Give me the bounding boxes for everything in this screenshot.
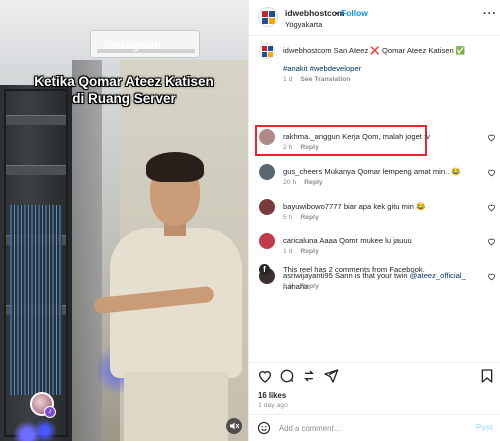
reply-link[interactable]: Reply [300,283,319,290]
share-paper-plane-icon[interactable] [323,368,339,384]
comment-username[interactable]: bayuwibowo7777 [283,202,342,211]
comment-avatar[interactable] [259,233,275,249]
follow-button[interactable]: Follow [341,8,368,18]
caption-time: 1 d [283,76,293,83]
save-bookmark-icon[interactable] [479,368,495,384]
comment-text: gus_cheers Mukanya Qomar lempeng amat mi… [283,166,473,177]
comment-time: 5 h [283,214,293,221]
profile-avatar[interactable] [258,7,278,27]
comment-meta: 5 h Reply [283,214,319,221]
facebook-comments-note: f This reel has 2 comments from Facebook… [259,263,495,277]
post-header: idwebhostcom • Follow Yogyakarta ··· [249,0,500,36]
comment-meta: 1 d Reply [283,248,319,255]
emoji-smiley-icon[interactable] [257,421,271,435]
logo-square [262,46,267,51]
rack-shelf [6,115,66,125]
video-watermark: Instagram [104,38,162,52]
facebook-note-text: This reel has 2 comments from Facebook. [283,265,425,274]
comment-bubble-icon[interactable] [279,368,295,384]
logo-square [262,11,268,17]
caption-avatar[interactable] [259,43,275,59]
comment-body: biar apa kek gitu min 😂 [343,202,426,211]
header-location[interactable]: Yogyakarta [285,20,322,29]
rack-shelf [6,165,66,175]
logo-square [268,46,273,51]
comment-avatar[interactable] [259,129,275,145]
speaker-muted-icon [230,422,240,430]
post-time: 1 day ago [258,402,288,409]
comment-body: Mukanya Qomar lempeng amat min.. 😂 [324,167,461,176]
comment-avatar[interactable] [259,199,275,215]
like-heart-icon[interactable] [257,368,273,384]
video-server-rack [0,85,72,441]
comment-time: 20 h [283,179,297,186]
video-caption-line-2: di Ruang Server [72,91,176,106]
comment-username[interactable]: caricaluna [283,236,318,245]
reply-link[interactable]: Reply [300,144,319,151]
caption-text: idwebhostcom San Ateez ❌ Qomar Ateez Kat… [283,45,473,56]
video-caption-line-1: Ketika Qomar Ateez Katisen [34,74,214,89]
person-hair [146,152,204,182]
add-comment-bar: Post [249,414,500,441]
caption-username[interactable]: idwebhostcom [283,46,332,55]
likes-count[interactable]: 16 likes [258,391,286,400]
comments-list[interactable]: idwebhostcom San Ateez ❌ Qomar Ateez Kat… [249,37,500,355]
caption-hashtags-row: #anakit #webdeveloper [283,63,473,74]
repost-icon[interactable] [301,368,317,384]
logo-square [269,18,275,24]
caption-body: San Ateez ❌ Qomar Ateez Katisen ✅ [333,46,466,55]
comment-meta: 6 h Reply [283,283,319,290]
comment-text: rakhma._anggun Kerja Qom, malah joget :v [283,131,473,142]
comment-time: 2 h [283,144,293,151]
logo-square [262,18,268,24]
comment-text: caricaluna Aaaa Qomr mukee lu jauuu [283,235,473,246]
comment-meta: 20 h Reply [283,179,323,186]
add-comment-input[interactable] [279,421,459,435]
comment-body: Kerja Qom, malah joget :v [342,132,430,141]
mute-button[interactable] [226,418,242,434]
rack-leds [14,415,58,441]
comment-time: 6 h [283,283,293,290]
logo-square [268,52,273,57]
header-dot: • [335,8,338,18]
like-comment-heart-icon[interactable] [487,168,496,177]
caption-meta: 1 d See Translation [283,76,351,83]
see-translation-link[interactable]: See Translation [300,76,350,83]
comment-username[interactable]: rakhma._anggun [283,132,340,141]
comment-meta: 2 h Reply [283,144,319,151]
more-options-icon[interactable]: ··· [483,8,497,20]
reply-link[interactable]: Reply [300,248,319,255]
action-bar [249,362,500,388]
facebook-icon: f [259,264,270,275]
post-panel: idwebhostcom • Follow Yogyakarta ··· idw… [248,0,500,441]
comment-text: bayuwibowo7777 biar apa kek gitu min 😂 [283,201,473,212]
post-comment-button[interactable]: Post [476,423,493,432]
like-comment-heart-icon[interactable] [487,133,496,142]
video-caption: Ketika Qomar Ateez Katisen di Ruang Serv… [0,73,248,107]
logo-square [269,11,275,17]
reply-link[interactable]: Reply [304,179,323,186]
caption-hashtags[interactable]: #anakit #webdeveloper [283,64,361,73]
comment-time: 1 d [283,248,293,255]
audio-icon: ♪ [44,406,56,418]
comment-username[interactable]: gus_cheers [283,167,322,176]
logo-square [262,52,267,57]
reel-video[interactable]: Instagram Ketika Qomar Ateez Katisen di … [0,0,248,441]
rack-cables [10,205,62,395]
person-pants [124,372,228,441]
comment-body: Aaaa Qomr mukee lu jauuu [319,236,412,245]
like-comment-heart-icon[interactable] [487,237,496,246]
like-comment-heart-icon[interactable] [487,203,496,212]
reply-link[interactable]: Reply [300,214,319,221]
comment-avatar[interactable] [259,164,275,180]
